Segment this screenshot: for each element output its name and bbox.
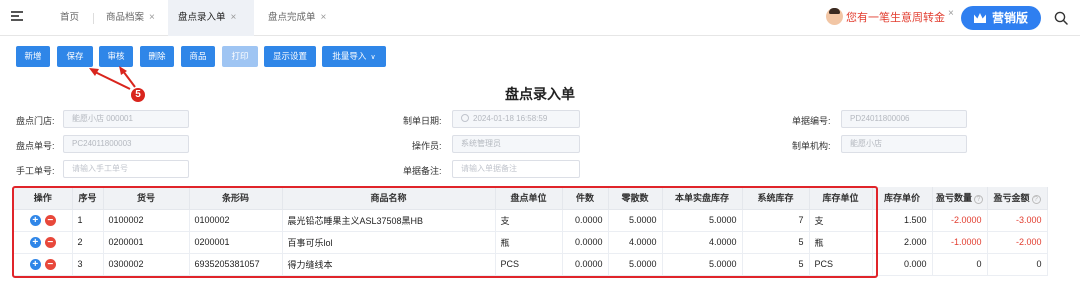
cell-actual: 5.0000 xyxy=(662,209,743,232)
cell-stock-unit: 支 xyxy=(809,209,873,232)
cell-unit[interactable]: PCS xyxy=(495,253,563,276)
cell-name[interactable]: 百事可乐lol xyxy=(282,231,496,254)
order-date-value: 2024-01-18 16:58:59 xyxy=(473,114,548,123)
page-title: 盘点录入单 xyxy=(505,86,575,102)
plus-icon[interactable]: + xyxy=(29,236,41,248)
col-header-diff-amt: 盈亏金额? xyxy=(987,187,1048,210)
cell-stock-unit: 瓶 xyxy=(809,231,873,254)
cell-seq: 2 xyxy=(72,231,104,254)
cell-barcode[interactable]: 6935205381057 xyxy=(189,253,283,276)
cell-system: 7 xyxy=(742,209,810,232)
question-icon[interactable]: ? xyxy=(1031,195,1041,205)
cell-unit[interactable]: 支 xyxy=(495,209,563,232)
clock-icon xyxy=(461,114,469,122)
table-header: 操作 序号 货号 条形码 商品名称 盘点单位 件数 零散数 本单实盘库存 系统库… xyxy=(14,187,1048,210)
col-header: 零散数 xyxy=(608,187,663,210)
order-date-field[interactable]: 2024-01-18 16:58:59 xyxy=(452,110,580,128)
store-label: 盘点门店: xyxy=(16,116,55,126)
cell-loose[interactable]: 4.0000 xyxy=(608,231,663,254)
items-table: 操作 序号 货号 条形码 商品名称 盘点单位 件数 零散数 本单实盘库存 系统库… xyxy=(14,187,1080,276)
col-header: 本单实盘库存 xyxy=(662,187,743,210)
cell-diff-qty: 0 xyxy=(932,253,988,276)
cell-diff-qty: -2.0000 xyxy=(932,209,988,232)
cell-pieces[interactable]: 0.0000 xyxy=(562,253,609,276)
minus-icon[interactable]: − xyxy=(44,236,56,248)
cell-seq: 3 xyxy=(72,253,104,276)
cell-actual: 4.0000 xyxy=(662,231,743,254)
col-header: 盘点单位 xyxy=(495,187,563,210)
row-actions: + − xyxy=(14,231,73,254)
cell-diff-amt: 0 xyxy=(987,253,1048,276)
question-icon[interactable]: ? xyxy=(974,195,983,205)
cell-stock-unit: PCS xyxy=(809,253,873,276)
cell-seq: 1 xyxy=(72,209,104,232)
cell-code[interactable]: 0200001 xyxy=(103,231,190,254)
col-header: 库存单价 xyxy=(872,187,933,210)
cell-code[interactable]: 0100002 xyxy=(103,209,190,232)
table-row: + − 1 0100002 0100002 晨光铅芯睡果主义ASL37508黑HB… xyxy=(14,209,1048,232)
remark-label: 单据备注: xyxy=(403,166,442,176)
org-label: 制单机构: xyxy=(792,141,831,151)
table-row: + − 3 0300002 6935205381057 得力缝线本 PCS 0.0… xyxy=(14,253,1048,276)
cell-pieces[interactable]: 0.0000 xyxy=(562,209,609,232)
check-no-field[interactable]: PC24011800003 xyxy=(63,135,189,153)
col-header: 操作 xyxy=(14,187,73,210)
operator-field[interactable]: 系统管理员 xyxy=(452,135,580,153)
row-actions: + − xyxy=(14,209,73,232)
col-header: 条形码 xyxy=(189,187,283,210)
col-header-label: 盈亏数量 xyxy=(935,193,972,204)
cell-diff-amt: -3.000 xyxy=(987,209,1048,232)
plus-icon[interactable]: + xyxy=(29,214,41,226)
col-header-diff-qty: 盈亏数量? xyxy=(932,187,988,210)
cell-barcode[interactable]: 0100002 xyxy=(189,209,283,232)
cell-code[interactable]: 0300002 xyxy=(103,253,190,276)
col-header: 序号 xyxy=(72,187,104,210)
cell-price: 2.000 xyxy=(872,231,933,254)
cell-system: 5 xyxy=(742,253,810,276)
order-no-field[interactable]: PD24011800006 xyxy=(841,110,967,128)
cell-barcode[interactable]: 0200001 xyxy=(189,231,283,254)
order-no-label: 单据编号: xyxy=(792,116,831,126)
cell-system: 5 xyxy=(742,231,810,254)
col-header: 系统库存 xyxy=(742,187,810,210)
cell-price: 1.500 xyxy=(872,209,933,232)
plus-icon[interactable]: + xyxy=(29,258,41,270)
store-field[interactable]: 能愿小店 000001 xyxy=(63,110,189,128)
manual-no-label: 手工单号: xyxy=(16,166,55,176)
col-header: 库存单位 xyxy=(809,187,873,210)
org-field[interactable]: 能愿小店 xyxy=(841,135,967,153)
cell-actual: 5.0000 xyxy=(662,253,743,276)
cell-name[interactable]: 晨光铅芯睡果主义ASL37508黑HB xyxy=(282,209,496,232)
col-header-label: 盈亏金额 xyxy=(993,193,1030,204)
table-row: + − 2 0200001 0200001 百事可乐lol 瓶 0.0000 4.… xyxy=(14,231,1048,254)
col-header: 件数 xyxy=(562,187,609,210)
cell-price: 0.000 xyxy=(872,253,933,276)
manual-no-input[interactable]: 请输入手工单号 xyxy=(63,160,189,178)
col-header: 商品名称 xyxy=(282,187,496,210)
order-date-label: 制单日期: xyxy=(403,116,442,126)
cell-loose[interactable]: 5.0000 xyxy=(608,209,663,232)
cell-loose[interactable]: 5.0000 xyxy=(608,253,663,276)
cell-unit[interactable]: 瓶 xyxy=(495,231,563,254)
cell-pieces[interactable]: 0.0000 xyxy=(562,231,609,254)
minus-icon[interactable]: − xyxy=(44,258,56,270)
cell-name[interactable]: 得力缝线本 xyxy=(282,253,496,276)
operator-label: 操作员: xyxy=(412,141,442,151)
check-no-label: 盘点单号: xyxy=(16,141,55,151)
minus-icon[interactable]: − xyxy=(44,214,56,226)
remark-input[interactable]: 请输入单据备注 xyxy=(452,160,580,178)
col-header: 货号 xyxy=(103,187,190,210)
cell-diff-qty: -1.0000 xyxy=(932,231,988,254)
cell-diff-amt: -2.000 xyxy=(987,231,1048,254)
row-actions: + − xyxy=(14,253,73,276)
